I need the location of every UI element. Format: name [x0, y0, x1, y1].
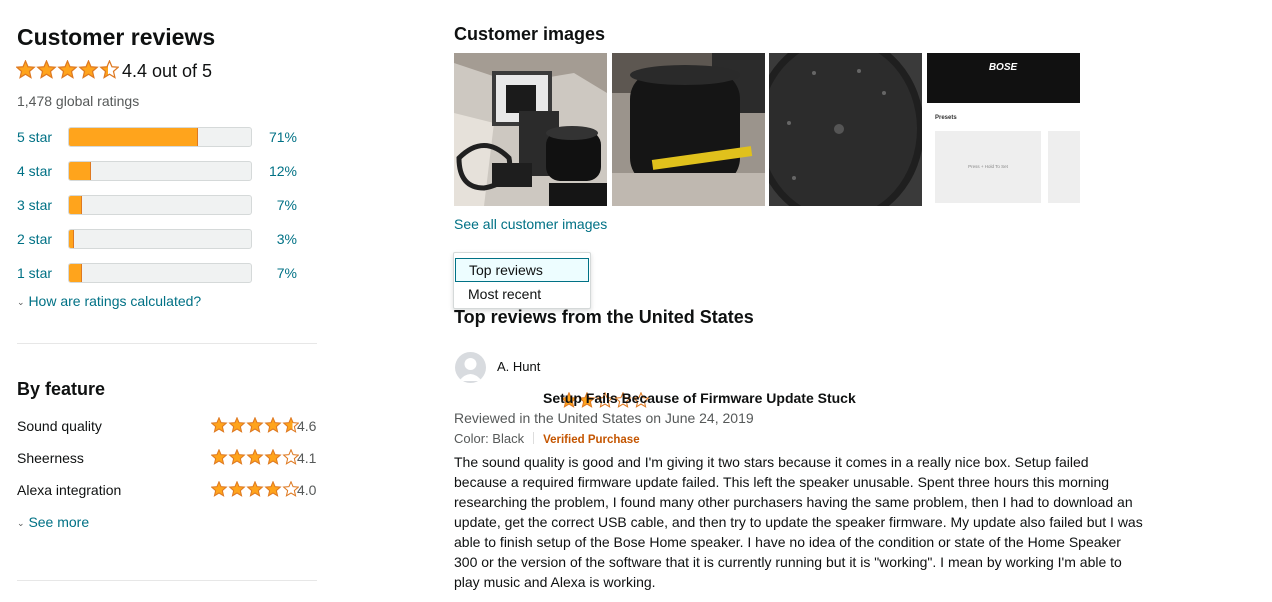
- histogram-fill: [69, 128, 199, 146]
- star-rating-icon: [210, 480, 300, 497]
- chevron-down-icon: ⌄: [17, 518, 25, 528]
- feature-rating-value: 4.6: [297, 418, 317, 434]
- brand-text: BOSE: [989, 62, 1018, 73]
- star-icon: [246, 416, 264, 433]
- feature-stars: [210, 416, 300, 436]
- review-title[interactable]: Setup Fails Because of Firmware Update S…: [543, 389, 856, 407]
- section-divider: [17, 343, 317, 344]
- sort-option-most-recent[interactable]: Most recent: [455, 283, 589, 307]
- histogram-row-4-star[interactable]: 4 star 12%: [17, 161, 317, 181]
- histogram-percent[interactable]: 7%: [257, 196, 297, 214]
- section-divider: [17, 580, 317, 581]
- histogram-bar[interactable]: [68, 127, 252, 147]
- star-rating-icon: [210, 416, 300, 433]
- feature-stars: [210, 480, 300, 500]
- star-rating-icon: [210, 448, 300, 465]
- histogram-fill: [69, 196, 82, 214]
- see-all-customer-images-link[interactable]: See all customer images: [454, 215, 607, 233]
- feature-rating-value: 4.1: [297, 450, 317, 466]
- star-icon: [246, 480, 264, 497]
- feature-name: Sound quality: [17, 418, 102, 434]
- feature-name: Sheerness: [17, 450, 84, 466]
- review-meta: Color: Black Verified Purchase: [454, 430, 640, 449]
- star-icon: [210, 416, 228, 433]
- how-ratings-calculated-link[interactable]: ⌄ How are ratings calculated?: [17, 292, 201, 311]
- feature-stars: [210, 448, 300, 468]
- histogram-bar[interactable]: [68, 161, 252, 181]
- sort-dropdown-menu[interactable]: Top reviews Most recent: [453, 252, 591, 309]
- photo-icon: [769, 53, 922, 206]
- star-icon: [36, 59, 57, 79]
- average-rating-text: 4.4 out of 5: [122, 61, 213, 81]
- customer-reviews-heading: Customer reviews: [17, 24, 216, 50]
- star-icon: [78, 59, 99, 79]
- by-feature-heading: By feature: [17, 379, 106, 399]
- how-ratings-calculated-label: How are ratings calculated?: [28, 293, 202, 309]
- histogram-percent[interactable]: 12%: [257, 162, 297, 180]
- histogram-fill: [69, 264, 82, 282]
- meta-separator: [533, 432, 535, 444]
- customer-image-thumbnail[interactable]: [454, 53, 607, 206]
- star-icon: [99, 59, 120, 79]
- verified-purchase-badge: Verified Purchase: [543, 434, 640, 446]
- sort-option-top-reviews[interactable]: Top reviews: [455, 258, 589, 282]
- chevron-down-icon: ⌄: [17, 297, 25, 307]
- avatar-icon: [459, 358, 482, 381]
- see-more-label: See more: [28, 514, 90, 530]
- feature-rating-value: 4.0: [297, 482, 317, 498]
- star-icon: [228, 448, 246, 465]
- histogram-row-3-star[interactable]: 3 star 7%: [17, 195, 317, 215]
- top-reviews-heading: Top reviews from the United States: [454, 307, 754, 327]
- presets-text: Presets: [935, 115, 957, 121]
- reviewer-avatar[interactable]: [455, 352, 486, 383]
- review-color-option: Color: Black: [454, 431, 525, 446]
- histogram-row-1-star[interactable]: 1 star 7%: [17, 263, 317, 283]
- histogram-fill: [69, 162, 91, 180]
- histogram-label[interactable]: 5 star: [17, 128, 52, 146]
- star-icon: [228, 416, 246, 433]
- customer-images-heading: Customer images: [454, 24, 606, 44]
- star-icon: [210, 480, 228, 497]
- histogram-percent[interactable]: 3%: [257, 230, 297, 248]
- see-more-features-link[interactable]: ⌄ See more: [17, 513, 89, 532]
- average-rating-stars: [15, 59, 120, 84]
- star-icon: [264, 416, 282, 433]
- feature-row-sheerness: Sheerness 4.1: [17, 448, 322, 468]
- star-icon: [15, 59, 36, 79]
- customer-image-thumbnail[interactable]: [612, 53, 765, 206]
- histogram-row-2-star[interactable]: 2 star 3%: [17, 229, 317, 249]
- histogram-label[interactable]: 3 star: [17, 196, 52, 214]
- feature-name: Alexa integration: [17, 482, 122, 498]
- star-icon: [228, 480, 246, 497]
- histogram-bar[interactable]: [68, 229, 252, 249]
- histogram-bar[interactable]: [68, 195, 252, 215]
- review-date: Reviewed in the United States on June 24…: [454, 410, 754, 426]
- customer-image-thumbnail[interactable]: BOSE Presets Press + Hold To Set: [927, 53, 1080, 206]
- histogram-fill: [69, 230, 75, 248]
- feature-row-sound-quality: Sound quality 4.6: [17, 416, 322, 436]
- photo-icon: [454, 53, 607, 206]
- star-icon: [57, 59, 78, 79]
- global-ratings-count: 1,478 global ratings: [17, 93, 140, 109]
- reviewer-name[interactable]: A. Hunt: [497, 359, 540, 375]
- star-icon: [246, 448, 264, 465]
- photo-icon: BOSE Presets Press + Hold To Set: [927, 53, 1080, 206]
- star-icon: [210, 448, 228, 465]
- histogram-row-5-star[interactable]: 5 star 71%: [17, 127, 317, 147]
- preset-button-text: Press + Hold To Set: [968, 164, 1009, 169]
- histogram-label[interactable]: 1 star: [17, 264, 52, 282]
- star-rating-icon: [15, 59, 120, 79]
- photo-icon: [612, 53, 765, 206]
- histogram-percent[interactable]: 7%: [257, 264, 297, 282]
- histogram-label[interactable]: 2 star: [17, 230, 52, 248]
- star-icon: [264, 480, 282, 497]
- review-body: The sound quality is good and I'm giving…: [454, 454, 1143, 590]
- histogram-label[interactable]: 4 star: [17, 162, 52, 180]
- histogram-bar[interactable]: [68, 263, 252, 283]
- feature-row-alexa-integration: Alexa integration 4.0: [17, 480, 322, 500]
- customer-image-thumbnail[interactable]: [769, 53, 922, 206]
- star-icon: [264, 448, 282, 465]
- histogram-percent[interactable]: 71%: [257, 128, 297, 146]
